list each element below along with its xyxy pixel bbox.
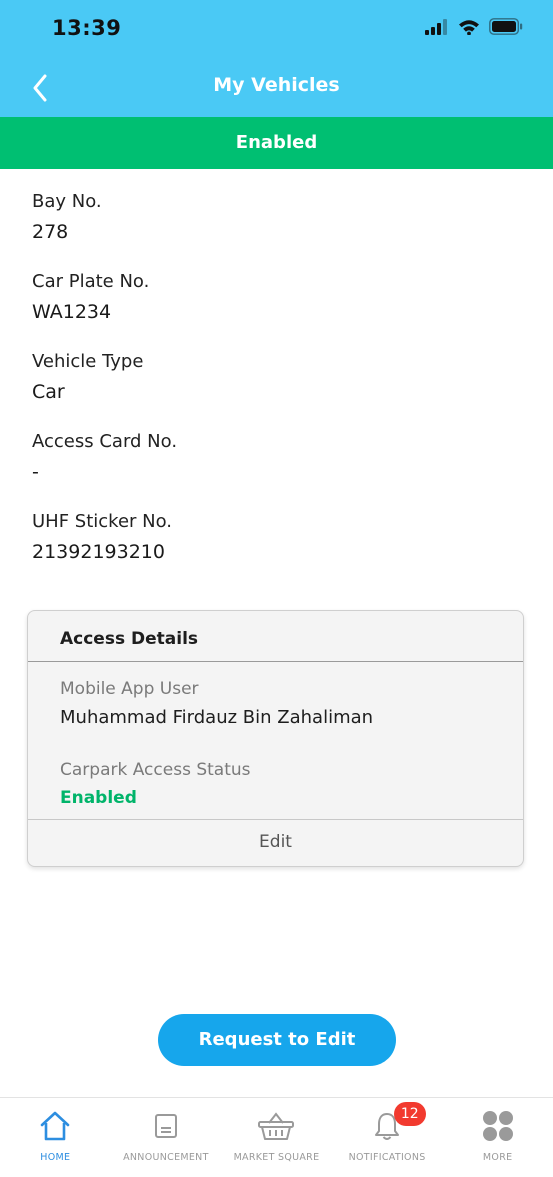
tab-label: MARKET SQUARE (233, 1152, 320, 1163)
tab-home[interactable]: HOME (0, 1098, 111, 1177)
status-icons (425, 18, 523, 35)
field-label: Car Plate No. (32, 271, 150, 292)
tab-market-square[interactable]: MARKET SQUARE (221, 1098, 332, 1177)
wifi-icon (459, 19, 479, 35)
basket-icon (258, 1112, 295, 1140)
field-label: Bay No. (32, 191, 102, 212)
access-card-field: Access Card No. - (32, 430, 522, 510)
tab-notifications[interactable]: 12 NOTIFICATIONS (332, 1098, 443, 1177)
more-icon (482, 1111, 513, 1141)
car-plate-field: Car Plate No. WA1234 (32, 270, 522, 350)
tab-label: MORE (482, 1152, 513, 1163)
tab-label: NOTIFICATIONS (348, 1152, 426, 1163)
tab-label: HOME (40, 1152, 71, 1163)
field-value: 21392193210 (32, 541, 165, 563)
field-label: UHF Sticker No. (32, 511, 173, 532)
uhf-sticker-field: UHF Sticker No. 21392193210 (32, 510, 522, 590)
field-label: Access Card No. (32, 431, 178, 452)
mobile-app-user-value: Muhammad Firdauz Bin Zahaliman (60, 707, 374, 728)
carpark-access-status-value: Enabled (60, 788, 137, 808)
field-value: 278 (32, 221, 69, 243)
page-title: My Vehicles (213, 74, 340, 96)
card-body: Mobile App User Muhammad Firdauz Bin Zah… (28, 662, 523, 820)
mobile-app-user-label: Mobile App User (60, 679, 199, 699)
bay-no-field: Bay No. 278 (32, 190, 522, 270)
card-title: Access Details (28, 611, 523, 662)
bottom-tab-bar: HOME ANNOUNCEMENT MARKET SQUARE 12 NOTIF… (0, 1097, 553, 1177)
home-icon (40, 1111, 70, 1141)
battery-icon (489, 18, 523, 35)
field-value: - (32, 461, 39, 483)
tab-more[interactable]: MORE (442, 1098, 553, 1177)
announcement-icon (154, 1114, 177, 1138)
field-label: Vehicle Type (32, 351, 144, 372)
status-banner: Enabled (0, 117, 553, 169)
tab-announcement[interactable]: ANNOUNCEMENT (111, 1098, 222, 1177)
request-to-edit-button[interactable]: Request to Edit (158, 1014, 396, 1066)
notifications-badge: 12 (393, 1102, 426, 1126)
vehicle-type-field: Vehicle Type Car (32, 350, 522, 430)
nav-bar: My Vehicles (0, 58, 553, 117)
vehicle-details: Bay No. 278 Car Plate No. WA1234 Vehicle… (32, 190, 522, 590)
status-time: 13:39 (52, 16, 122, 40)
signal-icon (425, 18, 447, 35)
tab-label: ANNOUNCEMENT (123, 1152, 209, 1163)
access-details-card: Access Details Mobile App User Muhammad … (27, 610, 524, 867)
edit-button[interactable]: Edit (28, 820, 523, 866)
field-value: Car (32, 381, 65, 403)
status-bar: 13:39 (0, 0, 553, 58)
carpark-access-status-label: Carpark Access Status (60, 760, 251, 780)
field-value: WA1234 (32, 301, 112, 323)
